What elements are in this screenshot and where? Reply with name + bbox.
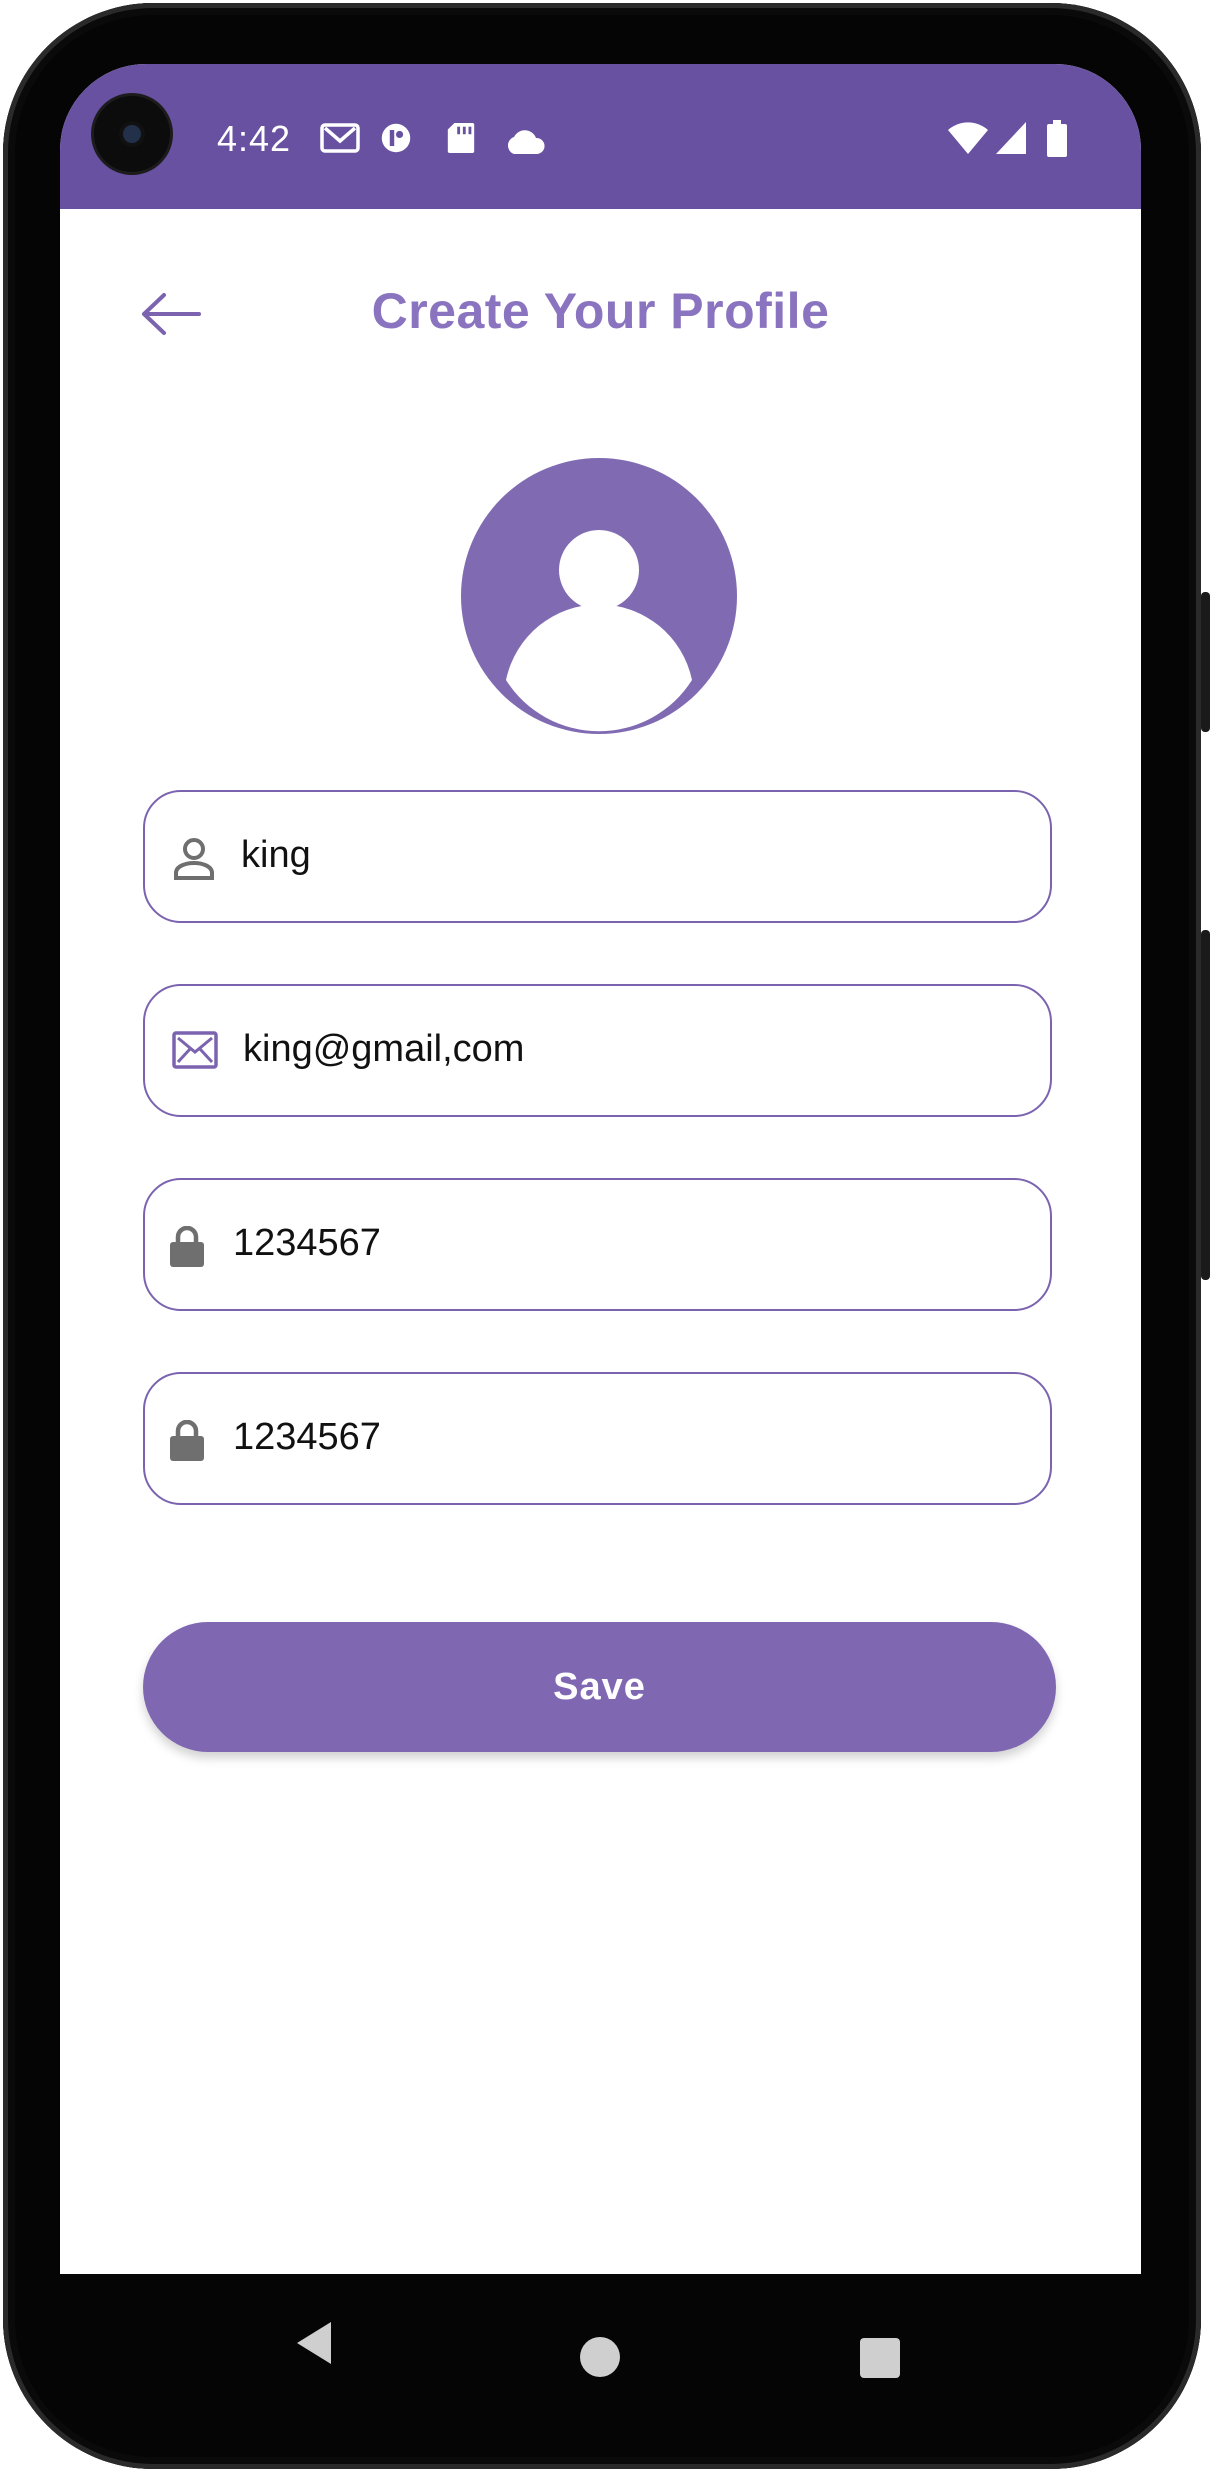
save-button-label: Save [553,1665,646,1708]
battery-icon [1047,120,1067,157]
cloud-icon [507,130,545,154]
status-bar: 4:42 [60,64,1141,209]
lock-icon [170,1226,204,1267]
nav-home-icon[interactable] [580,2337,620,2377]
password-value: 1234567 [233,1222,381,1264]
person-icon [506,530,692,732]
front-camera [94,96,170,172]
volume-button [1201,930,1210,1280]
nav-back-icon[interactable] [295,2320,333,2366]
name-value: king [241,834,311,876]
nav-recents-icon[interactable] [860,2338,900,2378]
confirm-password-field[interactable]: 1234567 [143,1372,1052,1505]
person-outline-icon [174,838,214,880]
save-button[interactable]: Save [143,1622,1056,1752]
page-title: Create Your Profile [371,283,830,339]
name-field[interactable]: king [143,790,1052,923]
email-field[interactable]: king@gmail,com [143,984,1052,1117]
password-field[interactable]: 1234567 [143,1178,1052,1311]
profile-avatar[interactable] [461,458,737,734]
wifi-icon [948,122,988,154]
signal-icon [996,122,1026,154]
confirm-password-value: 1234567 [233,1416,381,1458]
sd-card-icon [447,122,475,154]
power-button [1201,592,1210,732]
app-screen: 4:42 Create Your Profile king king@gmail… [60,64,1141,2274]
lock-icon [170,1420,204,1461]
mail-icon [172,1031,218,1069]
navigation-bar [60,2274,1141,2404]
gmail-icon [320,123,360,153]
status-time: 4:42 [217,118,292,159]
email-value: king@gmail,com [243,1028,525,1070]
app-icon [381,123,411,153]
